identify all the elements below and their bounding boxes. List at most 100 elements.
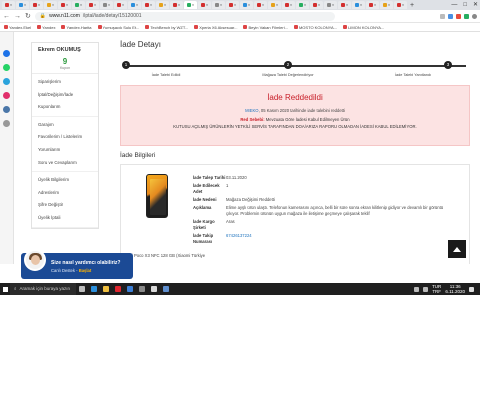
browser-tab[interactable]: ✕ xyxy=(324,1,337,9)
forward-icon[interactable]: → xyxy=(14,13,21,20)
browser-tab[interactable]: ✕ xyxy=(16,1,29,9)
browser-tab[interactable]: ✕ xyxy=(310,1,323,9)
browser-tab[interactable]: ✕ xyxy=(72,1,85,9)
network-icon[interactable] xyxy=(414,286,420,292)
messenger-icon[interactable] xyxy=(3,50,10,57)
close-tab-icon[interactable]: ✕ xyxy=(122,3,125,7)
whatsapp-icon[interactable] xyxy=(3,64,10,71)
close-tab-icon[interactable]: ✕ xyxy=(192,3,195,7)
minimize-button[interactable]: — xyxy=(451,0,457,10)
tracking-number-link[interactable]: 67426137224 xyxy=(226,233,252,244)
sidebar-item[interactable]: Adreslerim xyxy=(32,187,98,200)
browser-tab[interactable]: ✕ xyxy=(226,1,239,9)
close-tab-icon[interactable]: ✕ xyxy=(108,3,111,7)
browser-tab[interactable]: ✕ xyxy=(114,1,127,9)
close-tab-icon[interactable]: ✕ xyxy=(346,3,349,7)
browser-tab[interactable]: ✕ xyxy=(254,1,267,9)
close-tab-icon[interactable]: ✕ xyxy=(388,3,391,7)
close-tab-icon[interactable]: ✕ xyxy=(262,3,265,7)
browser-tab[interactable]: ✕ xyxy=(2,1,15,9)
browser-tab[interactable]: ✕ xyxy=(352,1,365,9)
browser-tab[interactable]: ✕ xyxy=(380,1,393,9)
close-tab-icon[interactable]: ✕ xyxy=(290,3,293,7)
bookmark-item[interactable]: Beyin Vakan Filmleri... xyxy=(243,25,288,30)
telegram-icon[interactable] xyxy=(3,78,10,85)
close-tab-icon[interactable]: ✕ xyxy=(234,3,237,7)
browser-tab[interactable]: ✕ xyxy=(394,1,407,9)
sidebar-item[interactable]: Soru ve Cevaplarım xyxy=(32,157,98,170)
language-indicator[interactable]: TUR TRF xyxy=(432,284,441,295)
chat-start-link[interactable]: Başlat xyxy=(79,268,92,273)
sidebar-item[interactable]: Siparişlerim xyxy=(32,76,98,89)
browser-tab[interactable]: ✕ xyxy=(170,1,183,9)
browser-tab[interactable]: ✕ xyxy=(30,1,43,9)
browser-tab[interactable]: ✕ xyxy=(86,1,99,9)
close-tab-icon[interactable]: ✕ xyxy=(24,3,27,7)
close-tab-icon[interactable]: ✕ xyxy=(360,3,363,7)
notifications-icon[interactable] xyxy=(469,286,474,292)
close-tab-icon[interactable]: ✕ xyxy=(318,3,321,7)
instagram-icon[interactable] xyxy=(3,92,10,99)
bookmark-item[interactable]: MOSTO KOLONYA... xyxy=(293,25,337,30)
browser-tab[interactable]: ✕ xyxy=(142,1,155,9)
start-button[interactable] xyxy=(0,283,10,295)
browser-tab[interactable]: ✕ xyxy=(366,1,379,9)
close-tab-icon[interactable]: ✕ xyxy=(164,3,167,7)
browser-tab[interactable]: ✕ xyxy=(282,1,295,9)
new-tab-button[interactable]: + xyxy=(410,2,414,9)
product-image[interactable] xyxy=(146,174,168,218)
browser-tab[interactable]: ✕ xyxy=(212,1,225,9)
maximize-button[interactable]: □ xyxy=(463,0,467,10)
profile-icon[interactable] xyxy=(472,13,477,19)
browser-tab[interactable]: ✕ xyxy=(268,1,281,9)
close-tab-icon[interactable]: ✕ xyxy=(150,3,153,7)
bookmark-item[interactable]: Yandex.Harita xyxy=(61,25,92,30)
volume-icon[interactable] xyxy=(423,286,429,292)
browser-tab[interactable]: ✕ xyxy=(240,1,253,9)
extension-icon[interactable] xyxy=(448,13,453,19)
bookmark-item[interactable]: Xperia X6 Aksesuar... xyxy=(194,25,237,30)
close-tab-icon[interactable]: ✕ xyxy=(80,3,83,7)
close-tab-icon[interactable]: ✕ xyxy=(402,3,405,7)
plus-icon[interactable] xyxy=(3,120,10,127)
sidebar-item[interactable]: Garajım xyxy=(32,119,98,132)
close-tab-icon[interactable]: ✕ xyxy=(276,3,279,7)
store-code[interactable]: MIEKO xyxy=(245,108,259,113)
sidebar-item[interactable]: Üyelik Bilgilerim xyxy=(32,174,98,187)
close-tab-icon[interactable]: ✕ xyxy=(248,3,251,7)
bookmark-item[interactable]: TechBench by WZT... xyxy=(145,25,188,30)
clock[interactable]: 11:36 6.11.2020 xyxy=(445,284,465,295)
browser-tab[interactable]: ✕ xyxy=(184,1,197,9)
close-tab-icon[interactable]: ✕ xyxy=(332,3,335,7)
browser-tab[interactable]: ✕ xyxy=(338,1,351,9)
close-tab-icon[interactable]: ✕ xyxy=(10,3,13,7)
live-chat-widget[interactable]: Size nasıl yardımcı olabiliriz? Canlı De… xyxy=(21,249,133,279)
bookmark-item[interactable]: Yumuşacık Sulu Et... xyxy=(97,25,139,30)
mail-icon[interactable] xyxy=(148,283,160,295)
browser-tab[interactable]: ✕ xyxy=(58,1,71,9)
photos-icon[interactable] xyxy=(136,283,148,295)
sidebar-item[interactable]: İptal/Değişim/İade xyxy=(32,89,98,102)
close-window-button[interactable]: ✕ xyxy=(473,0,478,10)
close-tab-icon[interactable]: ✕ xyxy=(178,3,181,7)
close-tab-icon[interactable]: ✕ xyxy=(66,3,69,7)
browser-tab[interactable]: ✕ xyxy=(100,1,113,9)
browser-tab[interactable]: ✕ xyxy=(198,1,211,9)
back-to-top-button[interactable] xyxy=(448,240,466,258)
close-tab-icon[interactable]: ✕ xyxy=(136,3,139,7)
sidebar-item[interactable]: Favorilerim / Listelerim xyxy=(32,131,98,144)
bookmark-item[interactable]: LIMON KOLONYA... xyxy=(343,25,384,30)
browser-tab[interactable]: ✕ xyxy=(44,1,57,9)
browser-tab[interactable]: ✕ xyxy=(156,1,169,9)
opera-icon[interactable] xyxy=(112,283,124,295)
sidebar-item[interactable]: Yorumlarım xyxy=(32,144,98,157)
back-icon[interactable]: ← xyxy=(3,13,10,20)
extension-icon[interactable] xyxy=(464,13,469,19)
close-tab-icon[interactable]: ✕ xyxy=(206,3,209,7)
extension-icon[interactable] xyxy=(456,13,461,19)
close-tab-icon[interactable]: ✕ xyxy=(374,3,377,7)
browser-tab[interactable]: ✕ xyxy=(296,1,309,9)
close-tab-icon[interactable]: ✕ xyxy=(38,3,41,7)
close-tab-icon[interactable]: ✕ xyxy=(220,3,223,7)
close-tab-icon[interactable]: ✕ xyxy=(304,3,307,7)
